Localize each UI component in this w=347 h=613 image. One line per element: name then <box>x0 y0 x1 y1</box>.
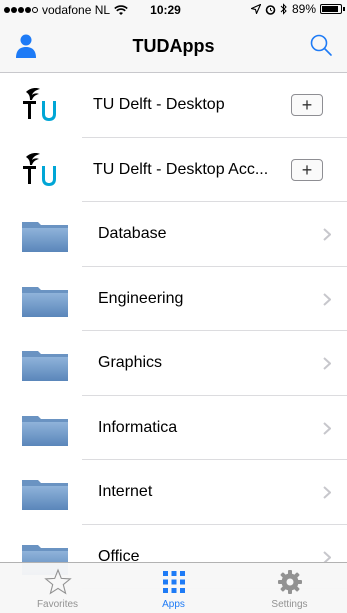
list-item-engineering[interactable]: Engineering <box>0 266 347 331</box>
apps-list: TU Delft - Desktop + TU Delft - Desktop … <box>0 73 347 589</box>
wifi-icon <box>114 4 128 15</box>
category-label: Informatica <box>98 418 178 436</box>
chevron-right-icon <box>323 228 331 241</box>
page-title: TUDApps <box>132 36 215 56</box>
chevron-right-icon <box>323 292 331 306</box>
carrier-name: vodafone NL <box>42 3 111 17</box>
tab-label: Apps <box>162 599 185 610</box>
folder-icon <box>22 222 68 252</box>
list-item-internet[interactable]: Internet <box>0 460 347 525</box>
status-left: vodafone NL <box>4 3 128 17</box>
list-item-database[interactable]: Database <box>0 202 347 267</box>
tab-label: Settings <box>271 599 308 610</box>
tu-delft-logo-icon <box>23 88 56 121</box>
tu-delft-logo-icon <box>23 152 56 186</box>
chevron-right-icon <box>323 486 331 499</box>
folder-icon <box>22 415 68 446</box>
app-label: TU Delft - Desktop <box>93 96 225 114</box>
gear-icon <box>277 570 302 594</box>
status-bar: vodafone NL 10:29 89% <box>0 0 347 20</box>
search-icon[interactable] <box>309 33 333 59</box>
add-button[interactable]: + <box>291 158 323 181</box>
tab-favorites[interactable]: Favorites <box>0 563 115 613</box>
app-screen: vodafone NL 10:29 89% TUDApps TU Delft -… <box>0 0 347 613</box>
folder-icon <box>22 351 68 381</box>
add-button[interactable]: + <box>291 94 323 116</box>
category-label: Graphics <box>98 354 163 372</box>
grid-icon <box>162 571 185 593</box>
category-label: Database <box>98 225 167 243</box>
tab-settings[interactable]: Settings <box>232 563 347 613</box>
list-item-graphics[interactable]: Graphics <box>0 331 347 396</box>
tab-label: Favorites <box>36 599 79 610</box>
tab-bar: Favorites Apps Settings <box>0 562 347 613</box>
navigation-bar: TUDApps <box>0 20 347 73</box>
alarm-icon <box>265 4 276 15</box>
chevron-right-icon <box>323 357 331 370</box>
signal-strength-icon <box>4 7 38 13</box>
status-right: 89% <box>250 2 345 16</box>
status-time: 10:29 <box>150 3 181 17</box>
list-item-tu-delft-desktop[interactable]: TU Delft - Desktop + <box>0 73 347 138</box>
chevron-right-icon <box>323 421 331 435</box>
category-label: Internet <box>98 483 153 501</box>
star-icon <box>43 568 72 595</box>
tab-apps[interactable]: Apps <box>116 563 231 613</box>
bluetooth-icon <box>280 3 287 15</box>
list-item-informatica[interactable]: Informatica <box>0 395 347 460</box>
battery-icon <box>320 4 342 14</box>
app-label: TU Delft - Desktop Acc... <box>93 160 269 178</box>
battery-percent: 89% <box>291 2 316 16</box>
location-arrow-icon <box>250 4 261 14</box>
battery-tip <box>343 7 345 11</box>
category-label: Engineering <box>98 289 184 307</box>
list-item-tu-delft-desktop-acc[interactable]: TU Delft - Desktop Acc... + <box>0 137 347 202</box>
folder-icon <box>22 286 68 317</box>
folder-icon <box>22 480 68 510</box>
